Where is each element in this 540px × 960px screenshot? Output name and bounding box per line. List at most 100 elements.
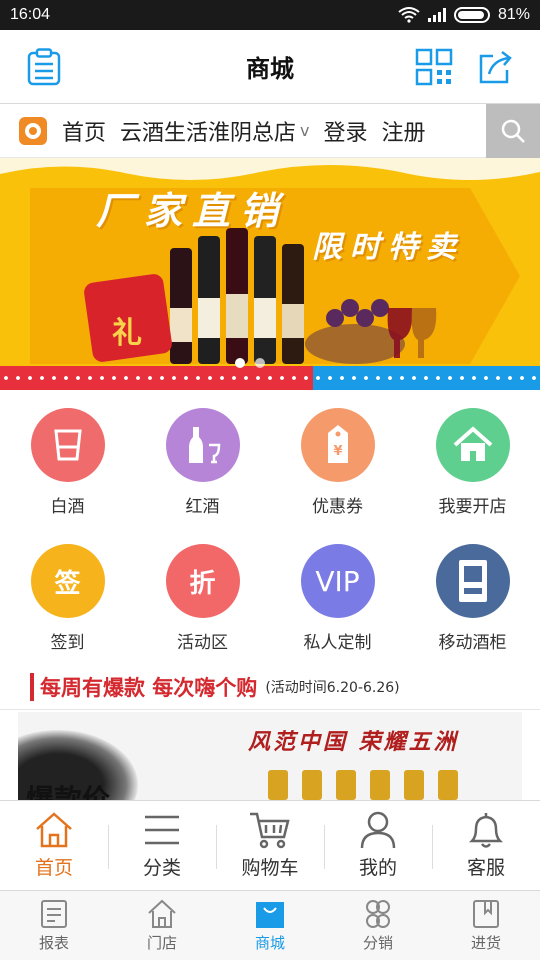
- promo-slogan: 风范中国 荣耀五洲: [248, 730, 459, 755]
- grid-item-activity[interactable]: 折 活动区: [135, 534, 270, 670]
- grid-label: 红酒: [185, 497, 220, 517]
- tab-report[interactable]: 报表: [0, 891, 108, 960]
- store-nav-bar: 首页 云酒生活淮阴总店 v 登录 注册: [0, 104, 540, 158]
- tab-category[interactable]: 分类: [108, 801, 216, 890]
- tab-home[interactable]: 首页: [0, 801, 108, 890]
- grid-row: 签 签到 折 活动区 VIP 私人定制 移动酒柜: [0, 534, 540, 670]
- user-icon: [360, 811, 396, 849]
- bell-icon: [468, 813, 504, 848]
- store-icon: [148, 899, 176, 928]
- bag-icon: [256, 902, 284, 928]
- svg-text:¥: ¥: [333, 444, 342, 459]
- tab-service[interactable]: 客服: [432, 801, 540, 890]
- weekly-promo-header[interactable]: 每周有爆款 每次嗨个购 (活动时间6.20-6.26): [0, 664, 540, 710]
- checkin-icon: 签: [30, 544, 105, 618]
- store-name: 云酒生活淮阴总店: [120, 120, 297, 146]
- app-bar: 商城: [0, 30, 540, 104]
- tab-cart[interactable]: 购物车: [216, 801, 324, 890]
- tab-label: 客服: [466, 857, 505, 879]
- tab-label: 首页: [34, 857, 73, 879]
- discount-glyph: 折: [189, 568, 216, 599]
- home-icon: [36, 812, 72, 848]
- wifi-icon: [398, 7, 420, 23]
- login-link[interactable]: 登录: [324, 115, 368, 147]
- tab-me[interactable]: 我的: [324, 801, 432, 890]
- grid-label: 移动酒柜: [438, 633, 507, 653]
- cart-icon: [250, 812, 290, 849]
- promo-banner[interactable]: 厂家直销 限时特卖 礼: [0, 158, 540, 390]
- promo-date: (活动时间6.20-6.26): [265, 679, 400, 696]
- discount-icon: 折: [165, 544, 240, 618]
- status-icons: 81%: [398, 6, 530, 24]
- store-selector[interactable]: 云酒生活淮阴总店 v: [120, 115, 309, 147]
- tab-label: 报表: [38, 934, 69, 952]
- tab-label: 分类: [142, 857, 181, 879]
- grid-row: 白酒 红酒 ¥ 优惠券 我要开店: [0, 398, 540, 534]
- tab-store[interactable]: 门店: [108, 891, 216, 960]
- wine-icon: [165, 408, 240, 482]
- grid-label: 优惠券: [312, 497, 363, 517]
- vip-icon: VIP: [300, 544, 375, 618]
- signal-icon: [427, 8, 446, 22]
- glass-icon: [30, 408, 105, 482]
- share-icon[interactable]: [476, 47, 516, 87]
- grid-item-coupon[interactable]: ¥ 优惠券: [270, 398, 405, 534]
- qr-code-icon[interactable]: [414, 47, 454, 87]
- grid-item-open-store[interactable]: 我要开店: [405, 398, 540, 534]
- tab-label: 购物车: [241, 857, 299, 879]
- coupon-icon: ¥: [300, 408, 375, 482]
- clipboard-icon[interactable]: [24, 47, 64, 87]
- product-bottles: [268, 770, 458, 800]
- search-icon: [501, 119, 525, 143]
- carousel-dot[interactable]: [235, 358, 245, 368]
- grid-label: 我要开店: [438, 497, 507, 517]
- carousel-dot[interactable]: [255, 358, 265, 368]
- chevron-down-icon: v: [300, 121, 310, 140]
- vip-glyph: VIP: [315, 564, 360, 598]
- report-icon: [41, 900, 67, 928]
- grid-label: 私人定制: [303, 633, 372, 653]
- house-icon: [435, 408, 510, 482]
- tab-mall[interactable]: 商城: [216, 891, 324, 960]
- promo-accent-bar: [30, 672, 34, 701]
- status-time: 16:04: [10, 6, 51, 23]
- promo-title: 每周有爆款 每次嗨个购: [40, 675, 258, 700]
- secondary-tab-bar: 报表 门店 商城 分销 进货: [0, 890, 540, 960]
- appbar-actions: [414, 47, 516, 87]
- tab-distribution[interactable]: 分销: [324, 891, 432, 960]
- nav-home-link[interactable]: 首页: [62, 115, 106, 147]
- battery-level: 81%: [497, 6, 530, 23]
- gift-label: 礼: [112, 316, 142, 351]
- purchase-icon: [473, 900, 499, 928]
- promo-image[interactable]: 风范中国 荣耀五洲 爆款价: [18, 712, 522, 800]
- brand-logo-icon: [19, 116, 47, 145]
- grid-item-checkin[interactable]: 签 签到: [0, 534, 135, 670]
- status-bar: 16:04 81%: [0, 0, 540, 30]
- grid-item-mobile-cabinet[interactable]: 移动酒柜: [405, 534, 540, 670]
- grid-label: 白酒: [50, 497, 85, 517]
- distribution-icon: [366, 900, 390, 928]
- tab-label: 商城: [254, 934, 285, 952]
- primary-tab-bar: 首页 分类 购物车 我的 客服: [0, 800, 540, 890]
- tab-label: 分销: [362, 934, 393, 952]
- banner-headline: 厂家直销: [96, 189, 289, 233]
- register-link[interactable]: 注册: [382, 115, 426, 147]
- grid-label: 活动区: [177, 633, 228, 653]
- tab-purchase[interactable]: 进货: [432, 891, 540, 960]
- banner-subline: 限时特卖: [312, 230, 464, 265]
- grid-label: 签到: [50, 633, 85, 653]
- tab-label: 门店: [146, 934, 177, 952]
- checkin-glyph: 签: [54, 568, 81, 599]
- battery-icon: [453, 7, 490, 23]
- grid-item-vip[interactable]: VIP 私人定制: [270, 534, 405, 670]
- tab-label: 进货: [470, 934, 501, 952]
- category-grid: 白酒 红酒 ¥ 优惠券 我要开店 签 签到 折 活动区 VIP 私人定制 移动酒…: [0, 398, 540, 670]
- page-title: 商城: [246, 55, 294, 83]
- carousel-indicator[interactable]: [235, 358, 265, 368]
- banner-strip-dots: [0, 376, 540, 380]
- grid-item-baijiu[interactable]: 白酒: [0, 398, 135, 534]
- promo-bigtext: 爆款价: [26, 783, 111, 800]
- search-button[interactable]: [486, 104, 540, 158]
- tab-label: 我的: [358, 857, 397, 879]
- grid-item-hongjiu[interactable]: 红酒: [135, 398, 270, 534]
